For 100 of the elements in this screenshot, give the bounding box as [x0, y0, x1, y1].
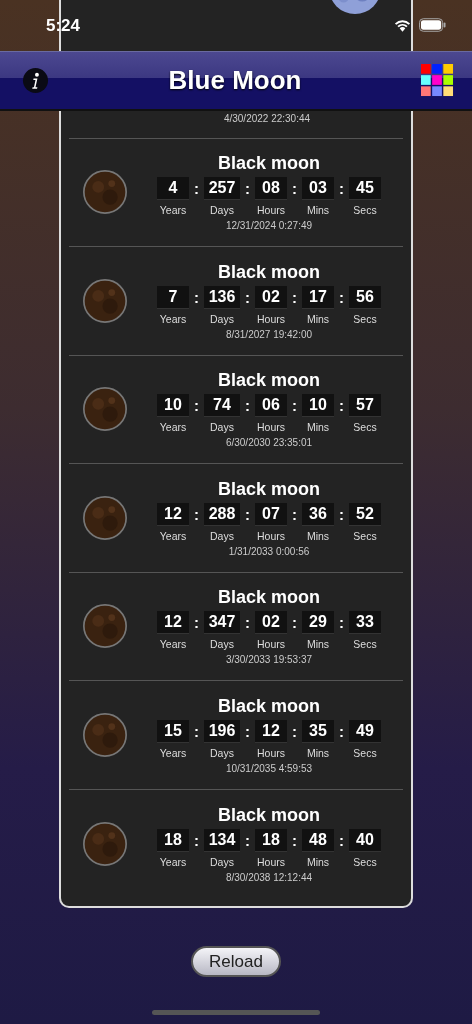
count-value: 08 — [255, 177, 287, 201]
count-value: 29 — [302, 611, 334, 635]
unit-label: Years — [159, 312, 187, 325]
unit-label: Secs — [353, 529, 377, 542]
count-value: 40 — [349, 828, 381, 852]
count-value: 288 — [204, 502, 240, 526]
colon-separator: : — [338, 721, 345, 740]
unit-label: Secs — [353, 746, 377, 759]
unit-label: Years — [159, 746, 187, 759]
event-date: 8/30/2038 12:12:44 — [225, 871, 313, 883]
colon-separator: : — [244, 287, 251, 306]
unit-label: Secs — [353, 421, 377, 434]
unit-label: Hours — [257, 529, 285, 542]
colon-separator: : — [244, 179, 251, 198]
colon-separator: : — [291, 613, 298, 632]
event-title: Black moon — [218, 478, 320, 500]
unit-label: Years — [159, 855, 187, 868]
colon-separator: : — [193, 504, 200, 523]
event-date: 3/30/2033 19:53:37 — [225, 654, 313, 666]
event-title: Black moon — [218, 261, 320, 283]
colon-separator: : — [338, 504, 345, 523]
colon-separator: : — [291, 830, 298, 849]
count-value: 257 — [204, 177, 240, 201]
colon-separator: : — [291, 287, 298, 306]
count-value: 03 — [302, 177, 334, 201]
unit-label: Years — [159, 529, 187, 542]
unit-label: Years — [159, 204, 187, 217]
count-value: 347 — [204, 611, 240, 635]
count-value: 136 — [204, 285, 240, 309]
colon-separator: : — [338, 179, 345, 198]
count-value: 18 — [157, 828, 189, 852]
unit-label: Days — [210, 855, 234, 868]
colon-separator: : — [291, 504, 298, 523]
unit-label: Secs — [353, 204, 377, 217]
colon-separator: : — [338, 830, 345, 849]
event-date: 1/31/2033 0:00:56 — [228, 545, 310, 557]
colon-separator: : — [244, 396, 251, 415]
app-title: Blue Moon — [167, 65, 303, 96]
count-value: 4 — [157, 177, 189, 201]
colon-separator: : — [244, 504, 251, 523]
unit-label: Hours — [257, 746, 285, 759]
colon-separator: : — [244, 721, 251, 740]
reload-button[interactable]: Reload — [191, 946, 281, 977]
event-title: Black moon — [218, 370, 320, 392]
unit-label: Years — [159, 421, 187, 434]
unit-label: Days — [210, 204, 234, 217]
unit-label: Hours — [257, 855, 285, 868]
colon-separator: : — [291, 179, 298, 198]
colon-separator: : — [193, 830, 200, 849]
unit-label: Mins — [306, 204, 330, 217]
unit-label: Mins — [306, 312, 330, 325]
unit-label: Hours — [257, 638, 285, 651]
unit-label: Days — [210, 312, 234, 325]
count-value: 07 — [255, 502, 287, 526]
unit-label: Hours — [257, 421, 285, 434]
unit-label: Hours — [257, 312, 285, 325]
event-date: 4/30/2022 22:30:44 — [223, 112, 311, 124]
count-value: 56 — [349, 285, 381, 309]
unit-label: Mins — [306, 529, 330, 542]
colon-separator: : — [193, 721, 200, 740]
count-value: 02 — [255, 611, 287, 635]
event-title: Black moon — [218, 804, 320, 826]
event-title: Black moon — [218, 587, 320, 609]
count-value: 12 — [157, 611, 189, 635]
count-value: 36 — [302, 502, 334, 526]
count-value: 18 — [255, 828, 287, 852]
colon-separator: : — [244, 613, 251, 632]
count-value: 35 — [302, 719, 334, 743]
count-value: 12 — [157, 502, 189, 526]
unit-label: Mins — [306, 638, 330, 651]
unit-label: Days — [210, 746, 234, 759]
count-value: 134 — [204, 828, 240, 852]
event-date: 6/30/2030 23:35:01 — [225, 437, 313, 449]
unit-label: Secs — [353, 855, 377, 868]
colon-separator: : — [291, 396, 298, 415]
count-value: 12 — [255, 719, 287, 743]
count-value: 74 — [204, 394, 240, 418]
unit-label: Days — [210, 638, 234, 651]
count-value: 10 — [302, 394, 334, 418]
event-date: 12/31/2024 0:27:49 — [225, 220, 313, 232]
count-value: 57 — [349, 394, 381, 418]
unit-label: Mins — [306, 746, 330, 759]
event-date: 8/31/2027 19:42:00 — [225, 328, 313, 340]
unit-label: Years — [159, 638, 187, 651]
colon-separator: : — [291, 721, 298, 740]
count-value: 52 — [349, 502, 381, 526]
count-value: 45 — [349, 177, 381, 201]
unit-label: Mins — [306, 855, 330, 868]
count-value: 7 — [157, 285, 189, 309]
count-value: 15 — [157, 719, 189, 743]
colon-separator: : — [338, 287, 345, 306]
unit-label: Secs — [353, 312, 377, 325]
colon-separator: : — [193, 613, 200, 632]
colon-separator: : — [338, 613, 345, 632]
unit-label: Mins — [306, 421, 330, 434]
unit-label: Days — [210, 421, 234, 434]
colon-separator: : — [338, 396, 345, 415]
colon-separator: : — [193, 287, 200, 306]
colon-separator: : — [193, 396, 200, 415]
count-value: 02 — [255, 285, 287, 309]
